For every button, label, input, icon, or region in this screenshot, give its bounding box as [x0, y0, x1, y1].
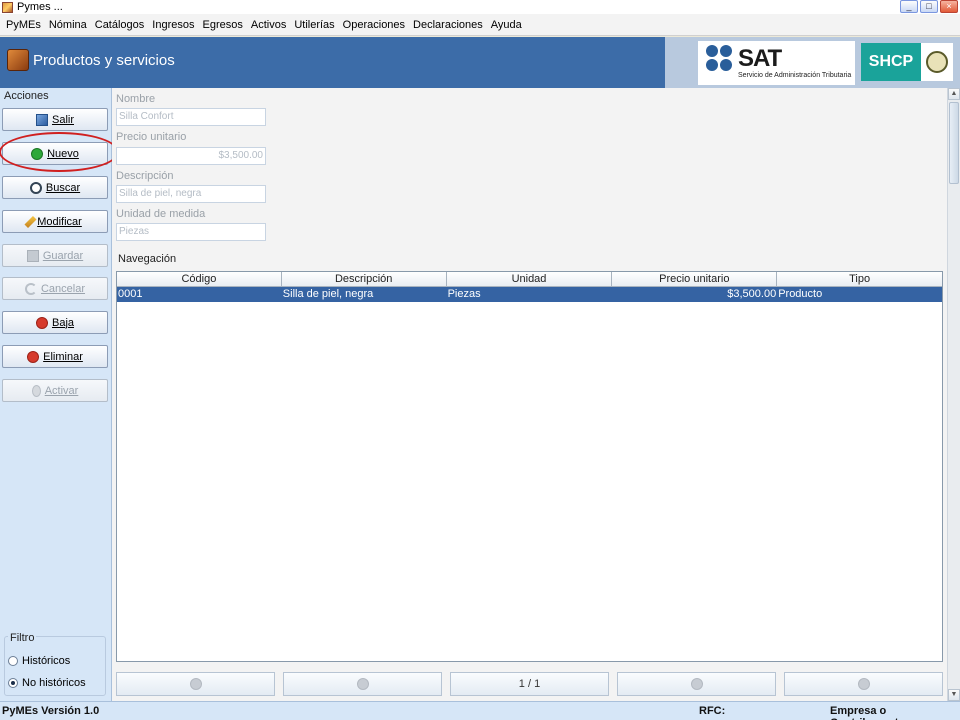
sat-emblem-icon: [706, 45, 734, 79]
cell-precio: $3,500.00: [727, 288, 777, 300]
menu-ayuda[interactable]: Ayuda: [487, 19, 526, 31]
search-icon: [29, 181, 42, 194]
activar-button[interactable]: Activar: [2, 379, 108, 402]
scroll-down-icon[interactable]: ▼: [948, 689, 960, 701]
menu-operaciones[interactable]: Operaciones: [339, 19, 409, 31]
window-title: Pymes ...: [17, 1, 63, 13]
scroll-thumb[interactable]: [949, 102, 959, 184]
close-window-button[interactable]: ×: [940, 0, 958, 13]
maximize-button[interactable]: □: [920, 0, 938, 13]
filter-label: Filtro: [8, 632, 37, 644]
column-header-descripcion[interactable]: Descripción: [282, 272, 447, 286]
salir-button[interactable]: Salir: [2, 108, 108, 131]
navigation-label: Navegación: [118, 253, 177, 265]
menu-egresos[interactable]: Egresos: [199, 19, 247, 31]
eliminar-button[interactable]: Eliminar: [2, 345, 108, 368]
shcp-logo: SHCP: [861, 43, 921, 81]
prev-page-icon: [356, 678, 369, 690]
sat-logo: SAT Servicio de Administración Tributari…: [698, 41, 855, 85]
first-page-icon: [189, 678, 202, 690]
page-title: Productos y servicios: [33, 52, 175, 69]
radio-no-historicos[interactable]: No históricos: [8, 677, 86, 689]
modificar-button[interactable]: Modificar: [2, 210, 108, 233]
column-header-unidad[interactable]: Unidad: [447, 272, 613, 286]
exit-icon: [35, 113, 48, 126]
app-icon: [2, 1, 13, 13]
unidad-field[interactable]: Piezas: [116, 223, 266, 241]
column-header-tipo[interactable]: Tipo: [777, 272, 942, 286]
menu-ingresos[interactable]: Ingresos: [148, 19, 198, 31]
nombre-field[interactable]: Silla Confort: [116, 108, 266, 126]
radio-label: No históricos: [22, 677, 86, 689]
bulb-icon: [31, 384, 41, 397]
sat-wordmark: SAT: [738, 45, 782, 72]
minimize-button[interactable]: _: [900, 0, 918, 13]
menu-catalogos[interactable]: Catálogos: [91, 19, 149, 31]
title-bar: Pymes ... _ □ ×: [0, 0, 960, 14]
first-page-button[interactable]: [116, 672, 275, 696]
version-label: PyMEs Versión 1.0: [2, 705, 100, 717]
menu-utilerias[interactable]: Utilerías: [290, 19, 338, 31]
radio-button[interactable]: [8, 678, 18, 688]
sat-subtitle: Servicio de Administración Tributaria: [738, 72, 852, 79]
menu-bar: PyMEs Nómina Catálogos Ingresos Egresos …: [0, 14, 960, 36]
cancelar-button[interactable]: Cancelar: [2, 277, 108, 300]
page-indicator: 1 / 1: [450, 672, 609, 696]
radio-button[interactable]: [8, 656, 18, 666]
table-header: Código Descripción Unidad Precio unitari…: [117, 272, 942, 287]
close-icon: [35, 316, 48, 329]
descripcion-label: Descripción: [116, 170, 174, 182]
last-page-icon: [857, 678, 870, 690]
cell-descripcion: Silla de piel, negra: [282, 288, 374, 300]
prev-page-button[interactable]: [283, 672, 442, 696]
mexico-seal-icon: [926, 51, 948, 73]
column-header-precio[interactable]: Precio unitario: [612, 272, 778, 286]
empresa-label: Empresa o Contribuyente:: [830, 705, 908, 720]
status-bar: PyMEs Versión 1.0 RFC: Empresa o Contrib…: [0, 701, 960, 720]
scroll-up-icon[interactable]: ▲: [948, 88, 960, 100]
products-icon: [7, 49, 29, 71]
precio-field[interactable]: $3,500.00: [116, 147, 266, 165]
descripcion-field[interactable]: Silla de piel, negra: [116, 185, 266, 203]
cell-codigo: 0001: [118, 288, 143, 300]
table-row[interactable]: 0001 Silla de piel, negra Piezas $3,500.…: [117, 287, 942, 302]
menu-pymes[interactable]: PyMEs: [2, 19, 45, 31]
menu-nomina[interactable]: Nómina: [45, 19, 91, 31]
radio-historicos[interactable]: Históricos: [8, 655, 70, 667]
unidad-label: Unidad de medida: [116, 208, 206, 220]
precio-label: Precio unitario: [116, 131, 187, 143]
column-header-codigo[interactable]: Código: [117, 272, 282, 286]
highlight-annotation: [0, 132, 119, 172]
cell-tipo: Producto: [778, 288, 823, 300]
save-icon: [26, 249, 39, 262]
menu-declaraciones[interactable]: Declaraciones: [409, 19, 487, 31]
last-page-button[interactable]: [784, 672, 943, 696]
buscar-button[interactable]: Buscar: [2, 176, 108, 199]
guardar-button[interactable]: Guardar: [2, 244, 108, 267]
window-controls: _ □ ×: [900, 0, 958, 13]
undo-icon: [24, 282, 37, 295]
actions-label: Acciones: [4, 90, 49, 102]
next-page-icon: [690, 678, 703, 690]
rfc-label: RFC:: [699, 705, 726, 717]
next-page-button[interactable]: [617, 672, 776, 696]
menu-activos[interactable]: Activos: [247, 19, 290, 31]
pencil-icon: [24, 215, 37, 228]
seal-logo: [921, 43, 953, 81]
baja-button[interactable]: Baja: [2, 311, 108, 334]
nombre-label: Nombre: [116, 93, 156, 105]
cell-unidad: Piezas: [447, 288, 481, 300]
products-table: Código Descripción Unidad Precio unitari…: [116, 271, 943, 662]
vertical-scrollbar[interactable]: ▲ ▼: [947, 88, 960, 701]
delete-icon: [27, 350, 40, 363]
radio-label: Históricos: [22, 655, 71, 667]
